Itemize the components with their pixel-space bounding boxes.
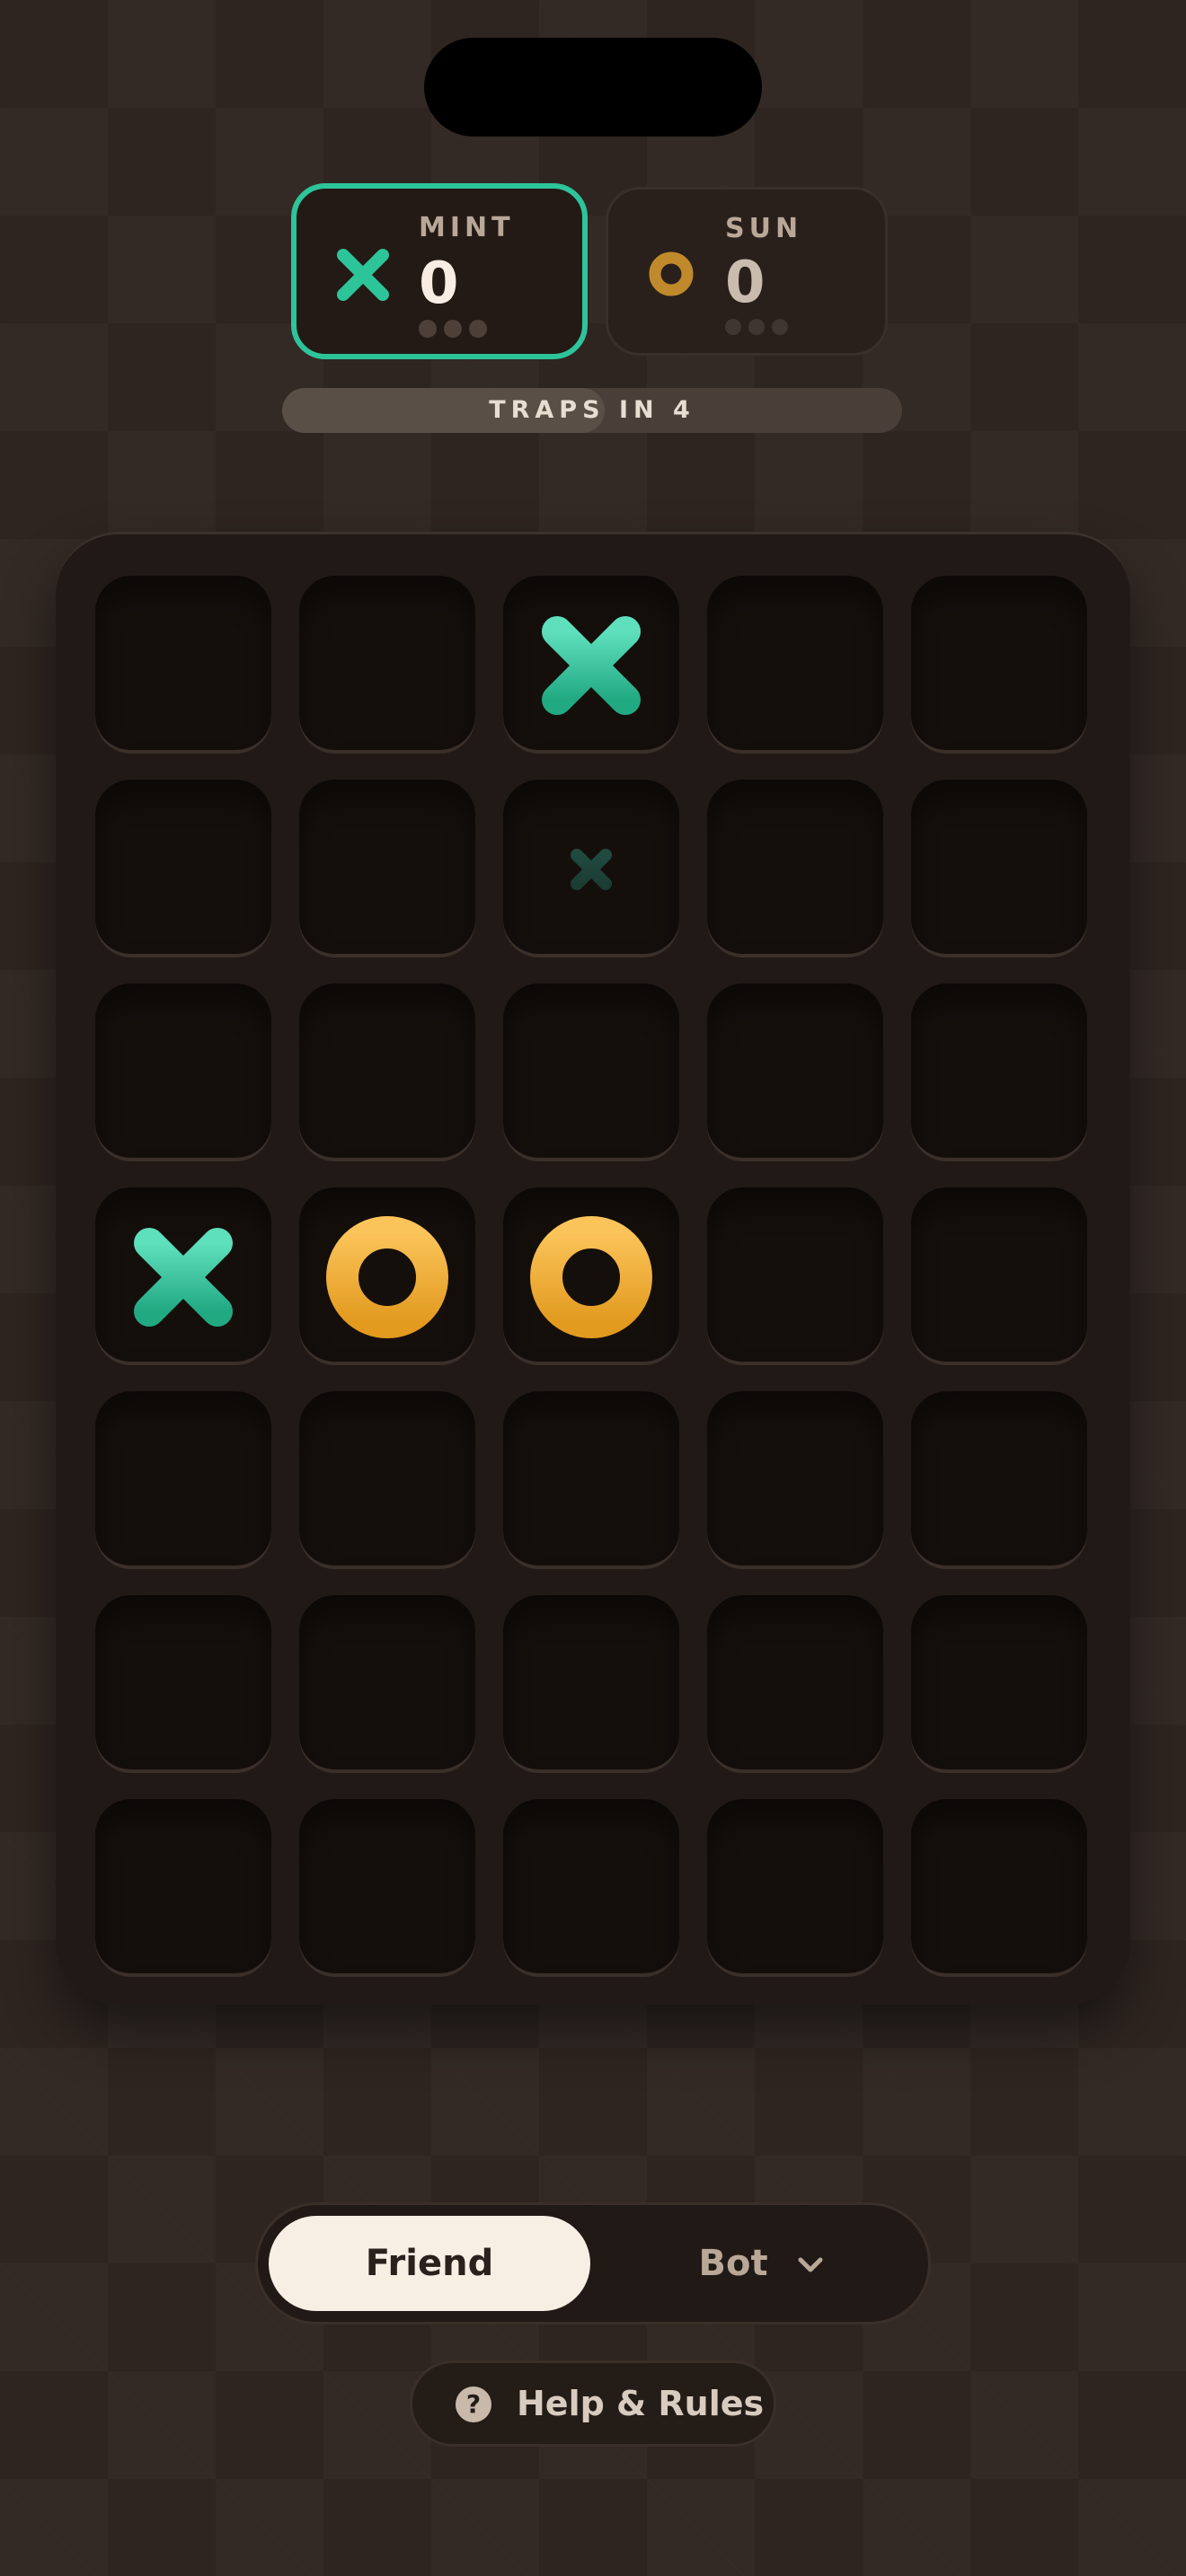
board-cell[interactable] — [911, 576, 1087, 752]
board-cell[interactable] — [299, 1595, 475, 1771]
game-board — [56, 532, 1130, 2005]
board-cell[interactable] — [95, 1391, 271, 1567]
mode-toggle: Friend Bot — [255, 2202, 931, 2325]
board-cell[interactable] — [707, 780, 883, 956]
board-cell[interactable] — [95, 1799, 271, 1975]
board-cell[interactable] — [95, 780, 271, 956]
player-card-mint: MINT 0 — [291, 183, 588, 359]
round-dot — [772, 319, 788, 335]
board-cell[interactable] — [95, 576, 271, 752]
board-cell[interactable] — [95, 984, 271, 1160]
help-rules-button[interactable]: ? Help & Rules — [410, 2360, 776, 2447]
mode-bot-button[interactable]: Bot — [608, 2216, 914, 2311]
board-cell[interactable] — [503, 1391, 679, 1567]
round-dot — [469, 320, 487, 338]
x-icon — [334, 246, 392, 307]
round-dot — [419, 320, 437, 338]
board-cell[interactable] — [911, 984, 1087, 1160]
traps-label: TRAPS IN 4 — [489, 396, 695, 424]
round-dot — [444, 320, 462, 338]
board-cell[interactable] — [299, 780, 475, 956]
player-card-sun: SUN 0 — [606, 187, 888, 356]
board-cell[interactable] — [503, 780, 679, 956]
traps-progress-bar: TRAPS IN 4 — [282, 388, 902, 433]
mode-friend-label: Friend — [365, 2243, 494, 2284]
board-cell[interactable] — [911, 1187, 1087, 1363]
board-cell[interactable] — [707, 1595, 883, 1771]
mode-friend-button[interactable]: Friend — [269, 2216, 590, 2311]
o-icon — [648, 251, 695, 301]
board-cell[interactable] — [707, 576, 883, 752]
round-dot — [748, 319, 765, 335]
board-cell[interactable] — [911, 1391, 1087, 1567]
board-cell[interactable] — [911, 1595, 1087, 1771]
player-name: MINT — [419, 212, 515, 243]
board-cell[interactable] — [299, 984, 475, 1160]
board-cell[interactable] — [707, 984, 883, 1160]
board-cell[interactable] — [299, 1391, 475, 1567]
help-rules-label: Help & Rules — [517, 2384, 765, 2423]
board-cell[interactable] — [503, 1799, 679, 1975]
board-cell[interactable] — [911, 1799, 1087, 1975]
round-dots — [419, 320, 487, 338]
mode-bot-label: Bot — [698, 2243, 768, 2284]
board-cell[interactable] — [95, 1595, 271, 1771]
board-cell[interactable] — [503, 576, 679, 752]
help-icon: ? — [456, 2386, 491, 2422]
board-cell[interactable] — [299, 1187, 475, 1363]
player-name: SUN — [725, 213, 803, 244]
board-cell[interactable] — [95, 1187, 271, 1363]
board-cell[interactable] — [503, 1595, 679, 1771]
dynamic-island — [424, 38, 762, 137]
round-dots — [725, 319, 788, 335]
board-cell[interactable] — [707, 1799, 883, 1975]
player-score: 0 — [725, 250, 766, 316]
board-cell[interactable] — [911, 780, 1087, 956]
round-dot — [725, 319, 741, 335]
board-cell[interactable] — [299, 576, 475, 752]
board-cell[interactable] — [503, 984, 679, 1160]
player-score: 0 — [419, 251, 459, 317]
board-cell[interactable] — [503, 1187, 679, 1363]
board-cell[interactable] — [707, 1187, 883, 1363]
board-cell[interactable] — [299, 1799, 475, 1975]
board-cell[interactable] — [707, 1391, 883, 1567]
chevron-down-icon — [797, 2215, 824, 2310]
